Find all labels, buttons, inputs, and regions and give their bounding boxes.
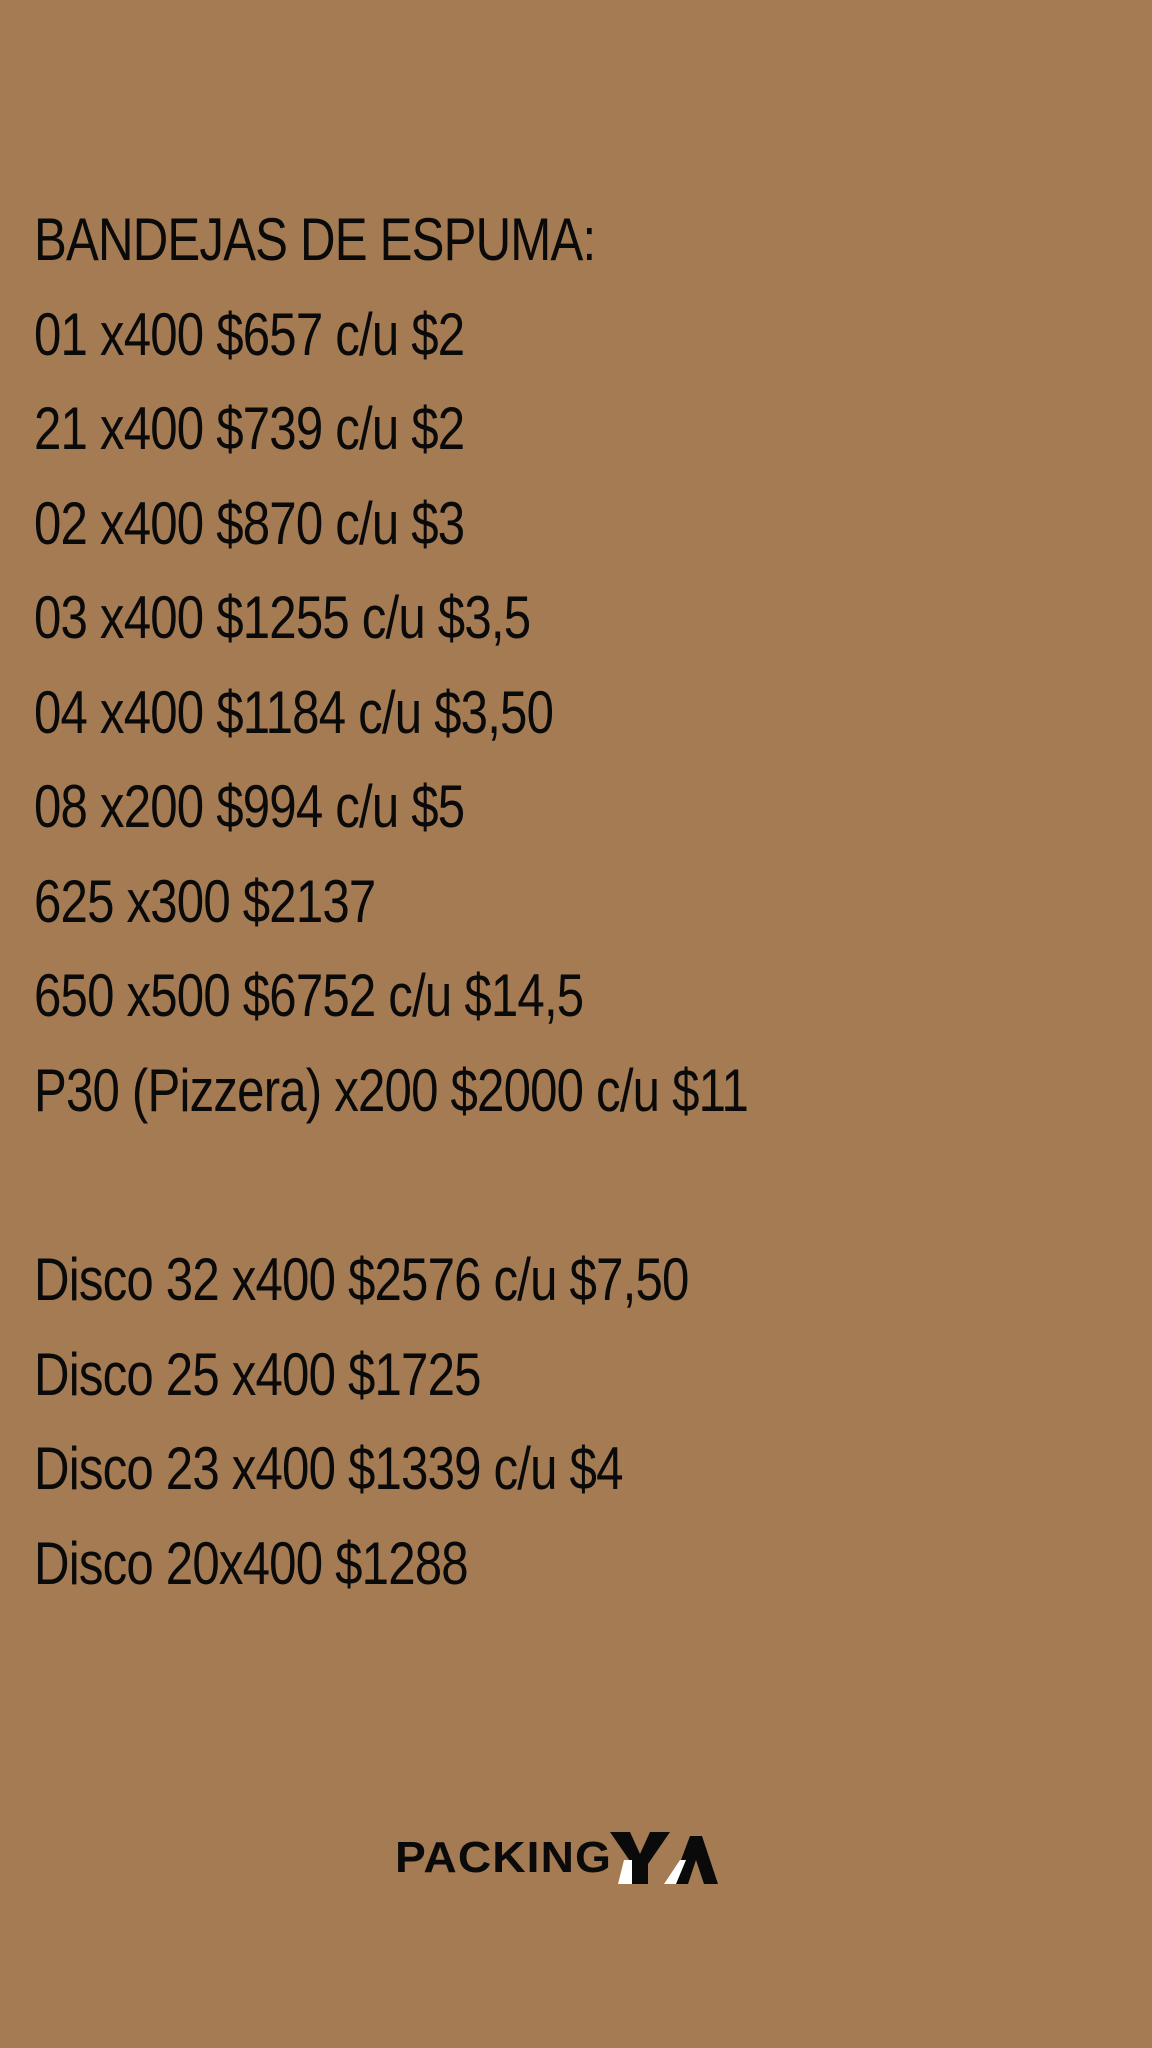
price-list: BANDEJAS DE ESPUMA: 01 x400 $657 c/u $2 … [34,193,1134,1611]
disc-item: Disco 23 x400 $1339 c/u $4 [34,1435,623,1502]
tray-item: 625 x300 $2137 [34,867,376,935]
logo-ya-mark-icon [609,1832,718,1884]
tray-item: 650 x500 $6752 c/u $14,5 [34,962,584,1029]
tray-item: 01 x400 $657 c/u $2 [34,300,465,368]
packingya-logo: PACKING [395,1830,718,1886]
disc-item: Disco 20x400 $1288 [34,1529,469,1597]
tray-item: 04 x400 $1184 c/u $3,50 [34,678,554,746]
tray-item: 08 x200 $994 c/u $5 [34,773,465,840]
tray-item: 03 x400 $1255 c/u $3,5 [34,584,531,651]
disc-item: Disco 32 x400 $2576 c/u $7,50 [34,1246,689,1313]
list-title: BANDEJAS DE ESPUMA: [34,206,596,273]
tray-item: 21 x400 $739 c/u $2 [34,395,465,462]
logo-wordmark: PACKING [395,1833,612,1882]
tray-item: 02 x400 $870 c/u $3 [34,489,465,557]
disc-item: Disco 25 x400 $1725 [34,1340,482,1408]
tray-item: P30 (Pizzera) x200 $2000 c/u $11 [34,1056,749,1124]
